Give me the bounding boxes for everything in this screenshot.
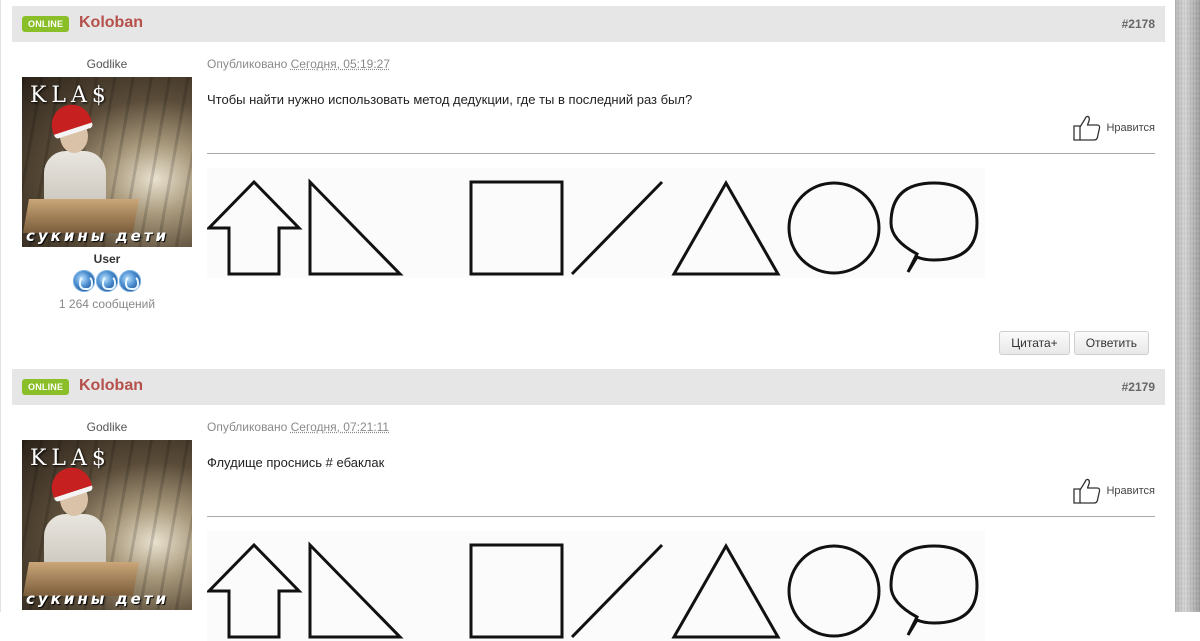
square-shape	[469, 180, 564, 276]
rank-pip-icon	[119, 270, 141, 292]
page-side-background	[1175, 0, 1200, 612]
post-meta: Опубликовано Сегодня, 05:19:27	[207, 56, 1155, 72]
rank-pip-icon	[73, 270, 95, 292]
forum-post: ONLINE Koloban #2178 Godlike KLA$ сукины…	[12, 6, 1165, 358]
avatar-text-top: KLA$	[30, 446, 111, 471]
reply-button[interactable]: Ответить	[1073, 331, 1149, 355]
triangle-shape	[671, 542, 781, 639]
diagonal-line-shape	[570, 180, 664, 276]
post-date-link[interactable]: Сегодня, 05:19:27	[291, 57, 390, 71]
user-rank-title: Godlike	[86, 420, 128, 434]
arrow-up-shape	[207, 179, 303, 276]
published-label: Опубликовано	[207, 57, 288, 71]
user-avatar[interactable]: KLA$ сукины дети	[22, 77, 192, 247]
published-label: Опубликовано	[207, 420, 288, 434]
speech-bubble-shape	[889, 181, 979, 273]
user-posts-count: 1 264 сообщений	[58, 297, 156, 311]
forum-page: ONLINE Koloban #2178 Godlike KLA$ сукины…	[0, 0, 1177, 641]
post-date-link[interactable]: Сегодня, 07:21:11	[291, 420, 389, 434]
post-number-link[interactable]: #2179	[1122, 380, 1155, 394]
post-number-link[interactable]: #2178	[1122, 17, 1155, 31]
post-header: ONLINE Koloban #2179	[12, 369, 1165, 405]
online-status-badge: ONLINE	[22, 16, 70, 32]
signature-divider	[207, 516, 1155, 517]
user-group: User	[93, 252, 121, 266]
user-rank-title: Godlike	[86, 57, 128, 71]
arrow-up-shape	[207, 542, 303, 639]
thumbs-up-icon	[1073, 478, 1101, 504]
post-header: ONLINE Koloban #2178	[12, 6, 1165, 42]
author-name-link[interactable]: Koloban	[79, 14, 143, 32]
circle-shape	[787, 544, 881, 638]
post-body: Опубликовано Сегодня, 05:19:27 Чтобы най…	[207, 56, 1155, 278]
speech-bubble-shape	[889, 544, 979, 636]
avatar-text-bottom: сукины дети	[26, 227, 170, 245]
circle-shape	[787, 181, 881, 275]
triangle-shape	[671, 179, 781, 276]
user-avatar[interactable]: KLA$ сукины дети	[22, 440, 192, 610]
like-label: Нравится	[1106, 122, 1155, 134]
avatar-text-top: KLA$	[30, 83, 111, 108]
quote-plus-button[interactable]: Цитата+	[999, 331, 1070, 355]
avatar-text-bottom: сукины дети	[26, 590, 170, 608]
signature-image	[207, 531, 985, 641]
post-meta: Опубликовано Сегодня, 07:21:11	[207, 419, 1155, 435]
thumbs-up-icon	[1073, 115, 1101, 141]
online-status-badge: ONLINE	[22, 379, 70, 395]
rank-pips	[22, 270, 192, 296]
like-button[interactable]: Нравится	[1072, 477, 1155, 505]
square-shape	[469, 543, 564, 639]
post-body: Опубликовано Сегодня, 07:21:11 Флудище п…	[207, 419, 1155, 641]
post-actions: Цитата+ Ответить	[999, 331, 1149, 355]
post-content: Флудище проснись # ебаклак	[207, 455, 385, 470]
user-info-panel: Godlike KLA$ сукины дети	[22, 419, 192, 610]
signature-divider	[207, 153, 1155, 154]
diagonal-line-shape	[570, 543, 664, 639]
post-content: Чтобы найти нужно использовать метод дед…	[207, 92, 693, 107]
forum-post: ONLINE Koloban #2179 Godlike KLA$ сукины…	[12, 369, 1165, 641]
like-button[interactable]: Нравится	[1072, 114, 1155, 142]
like-label: Нравится	[1106, 485, 1155, 497]
signature-image	[207, 168, 985, 278]
right-triangle-shape	[308, 178, 404, 276]
rank-pip-icon	[96, 270, 118, 292]
author-name-link[interactable]: Koloban	[79, 377, 143, 395]
right-triangle-shape	[308, 541, 404, 639]
user-info-panel: Godlike KLA$ сукины дети User 1 264 сооб…	[22, 56, 192, 311]
